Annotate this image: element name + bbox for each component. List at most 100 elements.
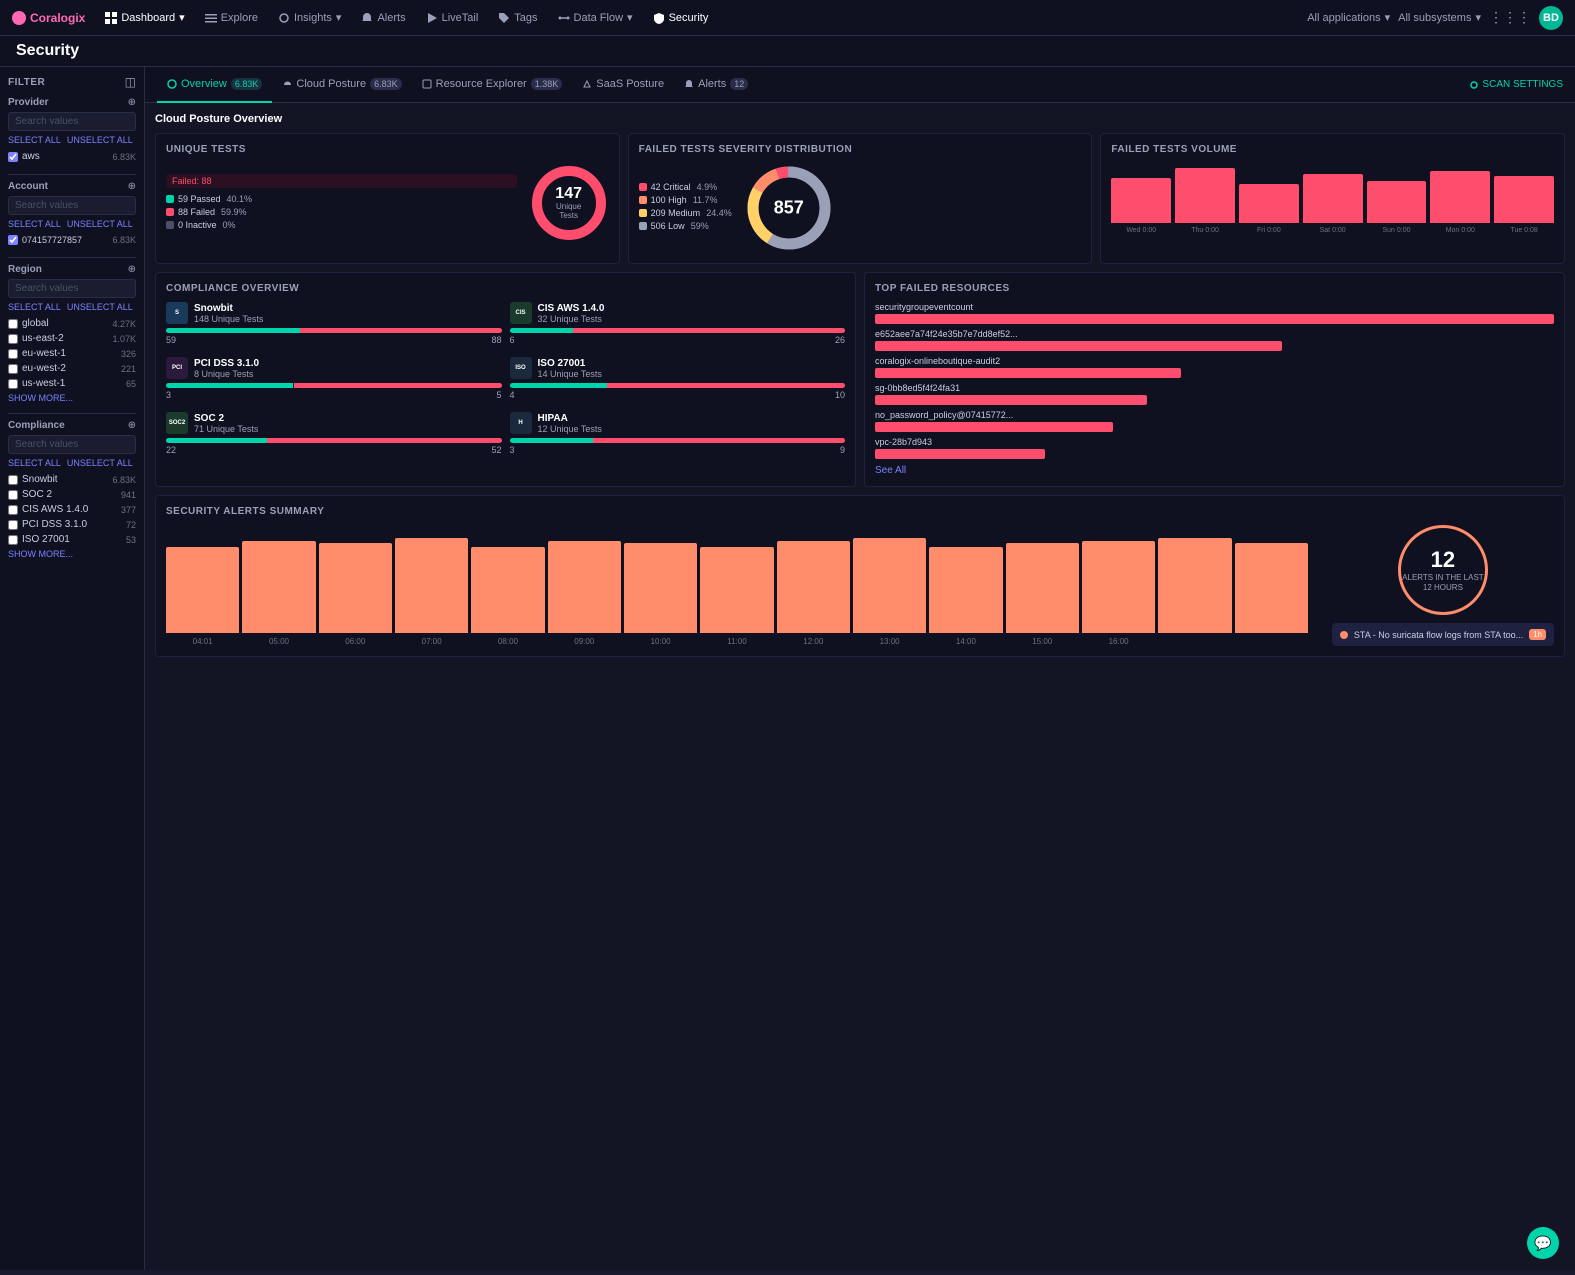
alert-bar-4 xyxy=(471,547,544,633)
volume-bar-5 xyxy=(1430,171,1490,223)
alert-bar-3 xyxy=(395,538,468,633)
volume-labels: Wed 0:00Thu 0:00Fri 0:00Sat 0:00Sun 0:00… xyxy=(1111,227,1554,234)
compliance-filter-title: Compliance xyxy=(8,420,65,431)
compliance-select-all[interactable]: SELECT ALL xyxy=(8,458,61,468)
provider-aws-checkbox[interactable] xyxy=(8,152,18,162)
compliance-bar-3 xyxy=(510,383,846,388)
volume-chart xyxy=(1111,163,1554,223)
all-subsystems-dropdown[interactable]: All subsystems ▾ xyxy=(1398,11,1481,24)
tab-cloud-posture[interactable]: Cloud Posture 6.83K xyxy=(272,67,411,103)
alert-time-label-11: 15:00 xyxy=(1006,637,1079,646)
chat-button[interactable]: 💬 xyxy=(1527,1227,1559,1259)
alert-bar-1 xyxy=(242,541,315,633)
compliance-pcidss-checkbox[interactable] xyxy=(8,520,18,530)
account-expand-icon[interactable]: ⊕ xyxy=(128,181,136,192)
tab-overview[interactable]: Overview 6.83K xyxy=(157,67,272,103)
see-all-link[interactable]: See All xyxy=(875,465,1554,476)
compliance-cisaws-label: CIS AWS 1.4.0 xyxy=(22,504,88,515)
resource-item-3: sg-0bb8ed5f4f24fa31 xyxy=(875,383,1554,405)
compliance-iso27001-label: ISO 27001 xyxy=(22,534,70,545)
sidebar-collapse-icon[interactable]: ◫ xyxy=(125,75,136,89)
resource-name-3: sg-0bb8ed5f4f24fa31 xyxy=(875,383,1554,393)
provider-unselect-all[interactable]: UNSELECT ALL xyxy=(67,135,133,145)
account-search-input[interactable] xyxy=(8,196,136,215)
unique-tests-legend: 59 Passed 40.1% 88 Failed 59.9% xyxy=(166,194,517,230)
tab-resource-explorer[interactable]: Resource Explorer 1.38K xyxy=(412,67,573,103)
nav-livetail[interactable]: LiveTail xyxy=(418,8,487,28)
notification-dot xyxy=(1340,631,1348,639)
region-search-input[interactable] xyxy=(8,279,136,298)
severity-donut-container: 857 xyxy=(744,163,834,253)
region-show-more[interactable]: SHOW MORE... xyxy=(8,393,136,403)
account-item-0: 074157727857 6.83K xyxy=(8,233,136,247)
region-expand-icon[interactable]: ⊕ xyxy=(128,264,136,275)
compliance-pcidss-label: PCI DSS 3.1.0 xyxy=(22,519,87,530)
compliance-search-input[interactable] xyxy=(8,435,136,454)
region-useast2-checkbox[interactable] xyxy=(8,334,18,344)
alert-time-label-1: 05:00 xyxy=(242,637,315,646)
nav-alerts[interactable]: Alerts xyxy=(353,8,413,28)
resource-bar-2 xyxy=(875,368,1181,378)
region-global-checkbox[interactable] xyxy=(8,319,18,329)
alert-time-label-5: 09:00 xyxy=(548,637,621,646)
account-title: Account xyxy=(8,181,48,192)
tab-saas-posture[interactable]: SaaS Posture xyxy=(572,67,674,103)
compliance-item-5: H HIPAA 12 Unique Tests 39 xyxy=(510,412,846,455)
donut-label: Unique Tests xyxy=(549,202,589,220)
compliance-bar-5 xyxy=(510,438,846,443)
nav-dataflow[interactable]: Data Flow ▾ xyxy=(550,7,641,28)
tab-alerts[interactable]: Alerts 12 xyxy=(674,67,758,103)
compliance-item-0: S Snowbit 148 Unique Tests 5988 xyxy=(166,302,502,345)
region-euwest1-checkbox[interactable] xyxy=(8,349,18,359)
compliance-tests-2: 8 Unique Tests xyxy=(194,369,259,379)
compliance-logo-0: S xyxy=(166,302,188,324)
compliance-name-4: SOC 2 xyxy=(194,413,258,424)
compliance-unselect-all[interactable]: UNSELECT ALL xyxy=(67,458,133,468)
alert-bar-6 xyxy=(624,543,697,633)
provider-search-input[interactable] xyxy=(8,112,136,131)
scan-settings-button[interactable]: SCAN SETTINGS xyxy=(1469,79,1563,90)
compliance-snowbit-checkbox[interactable] xyxy=(8,475,18,485)
alert-notification: STA - No suricata flow logs from STA too… xyxy=(1332,623,1554,646)
region-unselect-all[interactable]: UNSELECT ALL xyxy=(67,302,133,312)
compliance-iso27001: ISO 27001 53 xyxy=(8,532,136,547)
provider-expand-icon[interactable]: ⊕ xyxy=(128,97,136,108)
nav-dashboard[interactable]: Dashboard ▾ xyxy=(97,7,192,28)
top-failed-resources-card: TOP FAILED RESOURCES securitygroupeventc… xyxy=(864,272,1565,487)
compliance-show-more[interactable]: SHOW MORE... xyxy=(8,549,136,559)
region-uswest1-checkbox[interactable] xyxy=(8,379,18,389)
compliance-bar-4 xyxy=(166,438,502,443)
account-item-checkbox[interactable] xyxy=(8,235,18,245)
compliance-bar-1 xyxy=(510,328,846,333)
high-dot xyxy=(639,196,647,204)
alert-bar-2 xyxy=(319,543,392,633)
filter-header: FILTER ◫ xyxy=(8,75,136,89)
nav-security[interactable]: Security xyxy=(645,8,717,28)
alert-bar-5 xyxy=(548,541,621,633)
compliance-iso27001-checkbox[interactable] xyxy=(8,535,18,545)
compliance-soc2-label: SOC 2 xyxy=(22,489,52,500)
nav-explore[interactable]: Explore xyxy=(197,8,266,28)
compliance-soc2-checkbox[interactable] xyxy=(8,490,18,500)
region-select-all[interactable]: SELECT ALL xyxy=(8,302,61,312)
resource-name-4: no_password_policy@07415772... xyxy=(875,410,1554,420)
account-select-all[interactable]: SELECT ALL xyxy=(8,219,61,229)
compliance-cisaws-checkbox[interactable] xyxy=(8,505,18,515)
region-euwest2-checkbox[interactable] xyxy=(8,364,18,374)
resource-bar-3 xyxy=(875,395,1147,405)
all-applications-dropdown[interactable]: All applications ▾ xyxy=(1307,11,1390,24)
grid-menu-icon[interactable]: ⋮⋮⋮ xyxy=(1489,9,1531,26)
nav-tags[interactable]: Tags xyxy=(490,8,545,28)
provider-select-all[interactable]: SELECT ALL xyxy=(8,135,61,145)
alert-time-label-extra-14 xyxy=(1235,637,1308,646)
resources-list: securitygroupeventcount e652aee7a74f24e3… xyxy=(875,302,1554,459)
resource-item-4: no_password_policy@07415772... xyxy=(875,410,1554,432)
coralogix-logo[interactable]: Coralogix xyxy=(12,11,85,25)
account-unselect-all[interactable]: UNSELECT ALL xyxy=(67,219,133,229)
compliance-expand-icon[interactable]: ⊕ xyxy=(128,420,136,431)
nav-insights[interactable]: Insights ▾ xyxy=(270,7,349,28)
high-legend: 100 High 11.7% xyxy=(639,195,732,205)
user-avatar[interactable]: BD xyxy=(1539,6,1563,30)
compliance-logo-2: PCI xyxy=(166,357,188,379)
alert-time-label-3: 07:00 xyxy=(395,637,468,646)
